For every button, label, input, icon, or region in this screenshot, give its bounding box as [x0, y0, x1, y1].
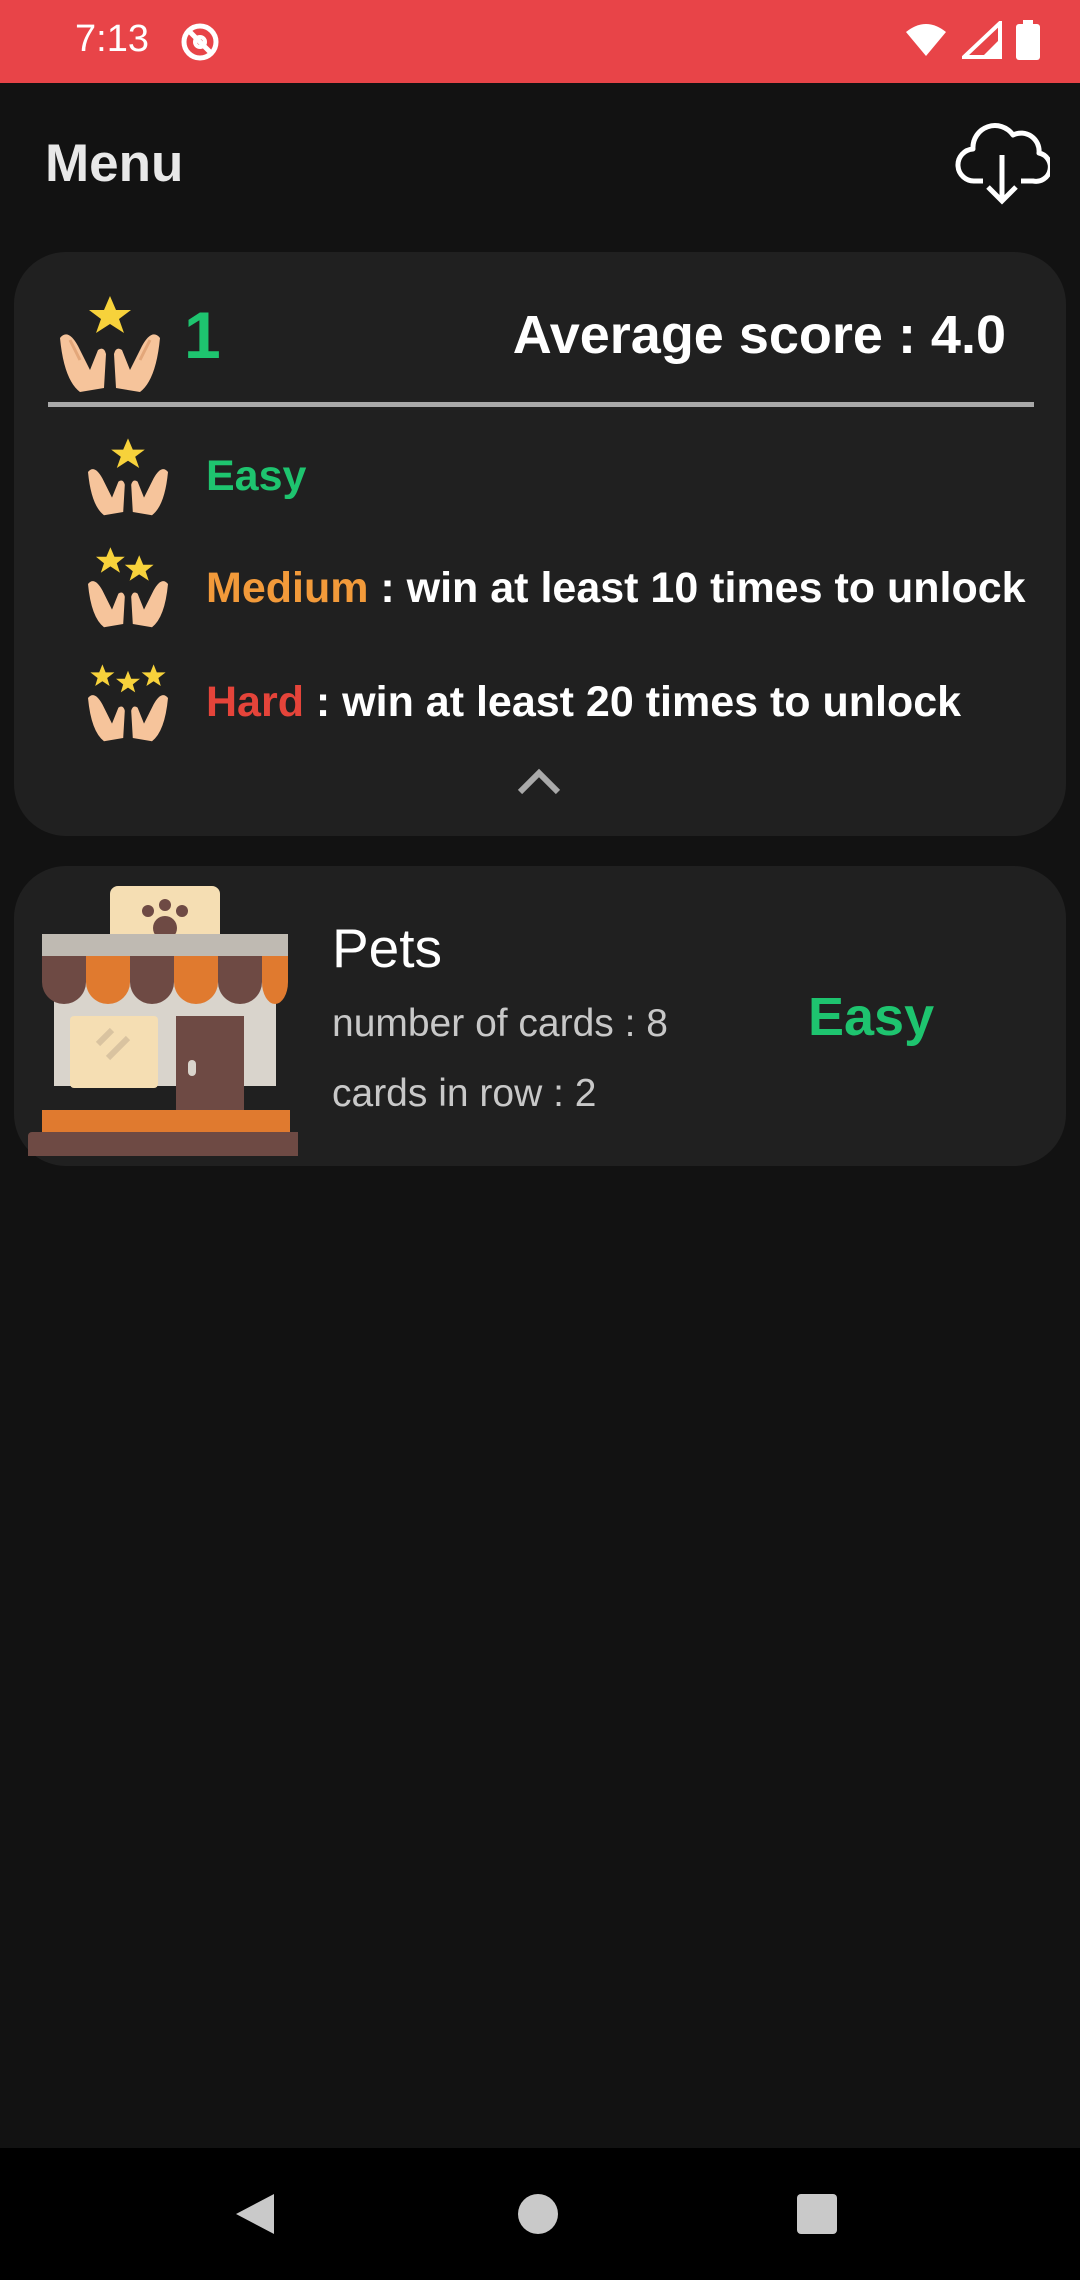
- divider: [48, 402, 1034, 407]
- status-icons: [904, 20, 1040, 60]
- cell-signal-icon: [962, 21, 1002, 59]
- hands-three-stars-icon: [88, 664, 168, 742]
- level-detail-medium: : win at least 10 times to unlock: [368, 563, 1026, 612]
- dnd-icon: [180, 22, 220, 67]
- collapse-button[interactable]: [514, 764, 564, 798]
- level-name-easy: Easy: [206, 451, 307, 500]
- wifi-icon: [906, 24, 946, 56]
- level-name-hard: Hard: [206, 677, 304, 726]
- level-row-medium: Medium : win at least 10 times to unlock: [80, 538, 1026, 638]
- score-card: 1 Average score : 4.0 Easy Medium : win …: [14, 252, 1066, 836]
- deck-cards-count: number of cards : 8: [332, 1002, 668, 1045]
- wins-count: 1: [184, 298, 221, 372]
- navigation-bar: [0, 2148, 1080, 2280]
- hands-star-icon: [50, 288, 170, 403]
- average-score: Average score : 4.0: [512, 305, 1006, 365]
- cloud-download-icon: [955, 123, 1053, 205]
- level-row-easy: Easy: [80, 426, 306, 526]
- back-icon: [236, 2194, 274, 2234]
- deck-level: Easy: [808, 987, 935, 1047]
- app-bar: Menu: [0, 83, 1080, 243]
- level-detail-hard: : win at least 20 times to unlock: [303, 677, 962, 726]
- pet-shop-icon: [28, 876, 304, 1164]
- chevron-up-icon: [517, 768, 561, 795]
- level-row-hard: Hard : win at least 20 times to unlock: [80, 652, 961, 752]
- deck-title: Pets: [332, 917, 443, 979]
- deck-card-pets[interactable]: Pets number of cards : 8 cards in row : …: [14, 866, 1066, 1166]
- status-bar: 7:13: [0, 0, 1080, 83]
- level-name-medium: Medium: [206, 563, 369, 612]
- back-button[interactable]: [232, 2190, 278, 2243]
- deck-cards-in-row: cards in row : 2: [332, 1072, 597, 1115]
- status-time: 7:13: [75, 18, 149, 60]
- battery-icon: [1016, 20, 1040, 60]
- recents-button[interactable]: [797, 2194, 837, 2234]
- home-button[interactable]: [518, 2194, 558, 2234]
- hands-two-stars-icon: [88, 547, 168, 628]
- hands-star-icon: [88, 438, 168, 516]
- page-title: Menu: [45, 134, 184, 193]
- cloud-download-button[interactable]: [955, 113, 1053, 208]
